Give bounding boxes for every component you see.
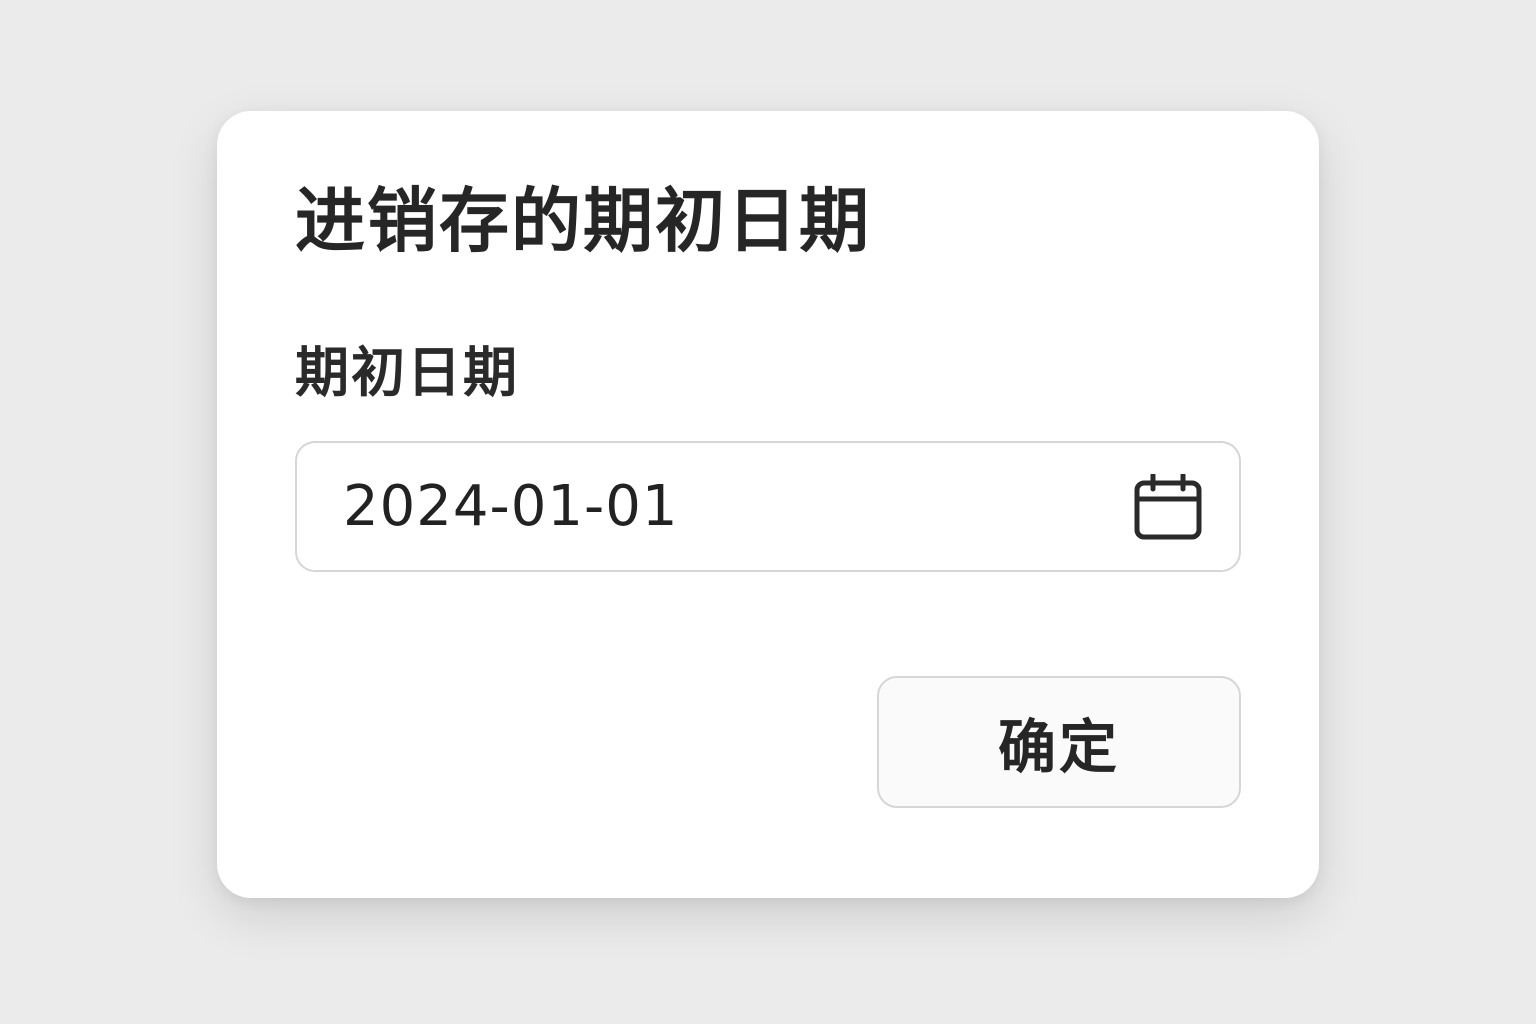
start-date-label: 期初日期 (295, 341, 519, 404)
calendar-icon[interactable] (1133, 473, 1203, 541)
start-date-input[interactable]: 2024-01-01 (295, 441, 1241, 572)
dialog-title: 进销存的期初日期 (295, 180, 871, 262)
page-backdrop: 进销存的期初日期 期初日期 2024-01-01 确定 (0, 0, 1536, 1024)
dialog: 进销存的期初日期 期初日期 2024-01-01 确定 (217, 111, 1319, 898)
start-date-value[interactable]: 2024-01-01 (343, 478, 1133, 535)
confirm-button[interactable]: 确定 (877, 676, 1241, 808)
